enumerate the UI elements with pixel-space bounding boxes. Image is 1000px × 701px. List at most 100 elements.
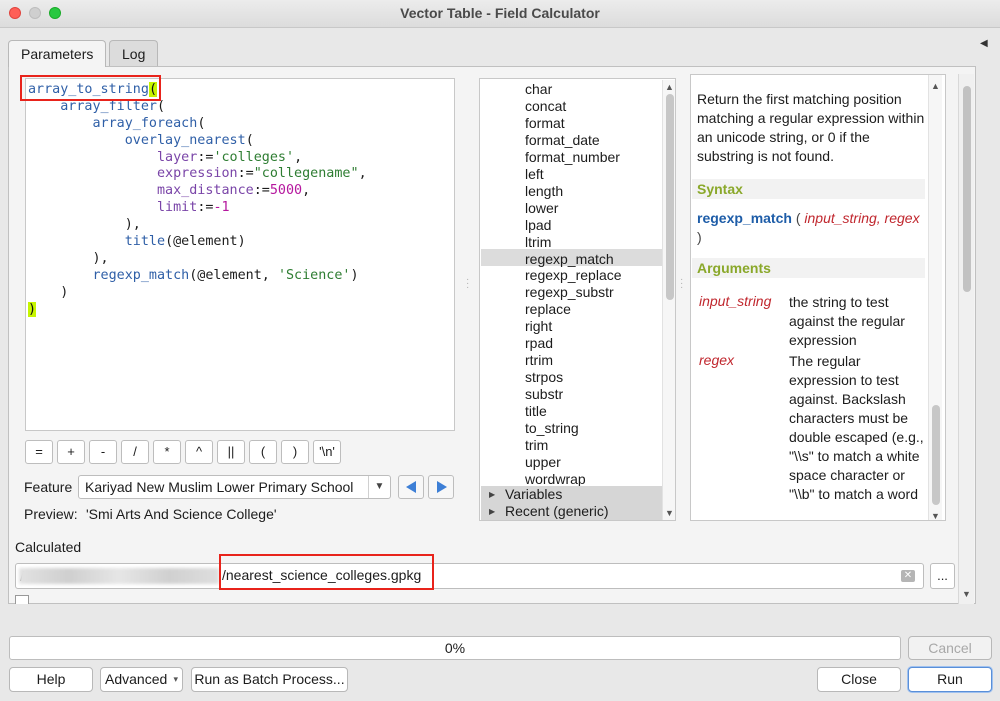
- tab-parameters[interactable]: Parameters: [8, 40, 107, 67]
- operator-button[interactable]: ): [281, 440, 309, 464]
- function-item-regexp-match[interactable]: regexp_match: [525, 251, 614, 268]
- scroll-down-icon[interactable]: ▼: [962, 589, 971, 599]
- scrollbar-thumb[interactable]: [666, 94, 674, 300]
- feature-combobox[interactable]: Kariyad New Muslim Lower Primary School …: [78, 475, 391, 499]
- open-output-checkbox[interactable]: [15, 595, 29, 604]
- help-button[interactable]: Help: [9, 667, 93, 692]
- code-token: title: [124, 234, 166, 250]
- operator-button[interactable]: ^: [185, 440, 213, 464]
- function-item-right[interactable]: right: [525, 318, 552, 335]
- close-button[interactable]: Close: [817, 667, 901, 692]
- function-item-concat[interactable]: concat: [525, 98, 566, 115]
- scrollbar-thumb[interactable]: [963, 86, 971, 292]
- function-list[interactable]: char concat format format_date format_number…: [479, 78, 676, 521]
- operator-button[interactable]: (: [249, 440, 277, 464]
- function-item-substr[interactable]: substr: [525, 386, 563, 403]
- operator-button[interactable]: ||: [217, 440, 245, 464]
- next-feature-button[interactable]: [428, 475, 454, 499]
- argument-name: input_string: [699, 293, 772, 309]
- highlight-box-output: [219, 554, 434, 590]
- advanced-button[interactable]: Advanced ▾: [100, 667, 183, 692]
- scroll-up-icon[interactable]: ▲: [931, 77, 940, 96]
- code-line: limit:=-1: [28, 200, 454, 217]
- function-item-replace[interactable]: replace: [525, 301, 571, 318]
- title-bar: Vector Table - Field Calculator: [0, 0, 1000, 28]
- scroll-down-icon[interactable]: ▼: [665, 508, 674, 518]
- run-button[interactable]: Run: [908, 667, 992, 692]
- code-token: :=: [237, 166, 254, 182]
- function-list-scrollbar[interactable]: ▲ ▼: [662, 80, 675, 520]
- function-item-rtrim[interactable]: rtrim: [525, 352, 553, 369]
- operator-button[interactable]: +: [57, 440, 85, 464]
- code-line: array_filter(: [28, 99, 454, 116]
- operator-button[interactable]: '\n': [313, 440, 341, 464]
- function-item-upper[interactable]: upper: [525, 454, 561, 471]
- run-batch-button[interactable]: Run as Batch Process...: [191, 667, 348, 692]
- function-item-format[interactable]: format: [525, 115, 565, 132]
- function-item-format-number[interactable]: format_number: [525, 149, 620, 166]
- browse-button[interactable]: ...: [930, 563, 955, 589]
- scroll-up-icon[interactable]: ▲: [665, 82, 674, 92]
- function-item-length[interactable]: length: [525, 183, 563, 200]
- operator-button[interactable]: /: [121, 440, 149, 464]
- redacted-path: [19, 568, 219, 584]
- help-scrollbar[interactable]: ▲ ▼: [928, 75, 942, 520]
- argument-name: regex: [699, 352, 735, 368]
- previous-feature-button[interactable]: [398, 475, 424, 499]
- splitter-handle[interactable]: · · ·: [466, 275, 469, 293]
- code-token: ,: [302, 183, 311, 199]
- function-item-strpos[interactable]: strpos: [525, 369, 563, 386]
- function-item-regexp-replace[interactable]: regexp_replace: [525, 267, 622, 284]
- operator-button[interactable]: =: [25, 440, 53, 464]
- group-label: Variables: [505, 486, 563, 502]
- chevron-down-icon[interactable]: ▼: [368, 476, 390, 498]
- function-item-format-date[interactable]: format_date: [525, 132, 600, 149]
- feature-label: Feature: [24, 479, 73, 495]
- preview-label: Preview:: [24, 506, 78, 522]
- group-recent[interactable]: ▶ Recent (generic): [481, 503, 662, 520]
- code-token: ,: [358, 166, 367, 182]
- arguments-heading: Arguments: [692, 258, 925, 278]
- code-token: (@element,: [189, 267, 278, 283]
- code-token: "collegename": [253, 166, 359, 182]
- function-item-lpad[interactable]: lpad: [525, 217, 551, 234]
- function-item-trim[interactable]: trim: [525, 437, 548, 454]
- code-token: regexp_match: [92, 267, 190, 283]
- scroll-down-icon[interactable]: ▼: [931, 507, 940, 520]
- splitter-handle[interactable]: · · ·: [680, 275, 683, 293]
- function-item-rpad[interactable]: rpad: [525, 335, 553, 352]
- clear-icon[interactable]: ✕: [901, 570, 915, 582]
- function-item-char[interactable]: char: [525, 81, 552, 98]
- function-item-left[interactable]: left: [525, 166, 544, 183]
- code-token: overlay_nearest: [124, 132, 246, 148]
- function-item-title[interactable]: title: [525, 403, 547, 420]
- syntax-arguments: input_string, regex: [804, 210, 920, 226]
- function-item-lower[interactable]: lower: [525, 200, 558, 217]
- code-token: 'colleges': [213, 149, 295, 165]
- chevron-down-icon: ▾: [173, 674, 178, 684]
- code-line: overlay_nearest(: [28, 133, 454, 150]
- function-item-ltrim[interactable]: ltrim: [525, 234, 551, 251]
- scrollbar-thumb[interactable]: [932, 405, 940, 505]
- output-file-field[interactable]: / /nearest_science_colleges.gpkg ✕: [15, 563, 924, 589]
- code-token: 5000: [269, 183, 303, 199]
- group-variables[interactable]: ▶ Variables: [481, 486, 662, 503]
- operator-button[interactable]: *: [153, 440, 181, 464]
- code-token: -1: [213, 200, 230, 216]
- dialog-scrollbar[interactable]: ▼: [958, 74, 974, 604]
- function-item-regexp-substr[interactable]: regexp_substr: [525, 284, 614, 301]
- code-token: :=: [253, 183, 270, 199]
- tab-log[interactable]: Log: [109, 40, 159, 66]
- code-token: ,: [294, 149, 303, 165]
- operator-button[interactable]: -: [89, 440, 117, 464]
- collapse-panel-icon[interactable]: ◀: [980, 38, 988, 49]
- expression-editor[interactable]: array_to_string( array_filter( array_for…: [25, 78, 455, 431]
- cancel-button[interactable]: Cancel: [908, 636, 992, 660]
- highlight-box-function: [20, 75, 161, 101]
- function-item-to-string[interactable]: to_string: [525, 420, 579, 437]
- code-token: :=: [197, 149, 214, 165]
